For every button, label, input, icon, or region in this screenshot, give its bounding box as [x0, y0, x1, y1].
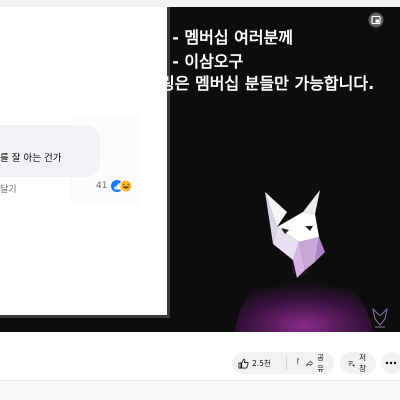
reaction-count: 41 — [96, 181, 108, 191]
caption-line-2: - - 이삼오구 — [160, 52, 244, 71]
bottom-strip — [0, 380, 400, 400]
share-arrow-icon — [306, 360, 313, 366]
share-button[interactable]: 공유 — [298, 352, 334, 374]
video-action-row: 2.5천 공유 저장 — [0, 349, 400, 377]
reaction-icons — [111, 179, 133, 193]
haha-reaction-icon — [119, 179, 133, 193]
miniplayer-icon[interactable] — [368, 12, 384, 28]
fox-logo-watermark — [372, 307, 388, 328]
reply-link: 달기 — [0, 185, 17, 195]
save-button[interactable]: 저장 — [340, 352, 376, 374]
more-actions-button[interactable] — [381, 352, 400, 374]
like-count: 2.5천 — [252, 358, 271, 368]
like-button[interactable]: 2.5천 — [232, 352, 282, 374]
caption-line-3: 링은 멤버십 분들만 가능합니다. — [160, 74, 375, 93]
comment-text: 를 잘 아는 건가 — [0, 153, 62, 164]
top-strip — [0, 0, 400, 7]
video-player[interactable]: 를 잘 아는 건가 달기 41 - - 멤버십 여러분께 - - 이삼오구 링은… — [0, 7, 400, 332]
save-label: 저장 — [359, 353, 366, 373]
embedded-comment-screenshot: 를 잘 아는 건가 달기 41 — [0, 7, 170, 318]
fox-mask-character — [235, 190, 373, 332]
caption-line-1: - - 멤버십 여러분께 — [160, 28, 294, 47]
share-label: 공유 — [317, 353, 324, 373]
thumbs-up-icon — [238, 358, 249, 368]
save-list-icon — [348, 360, 355, 366]
more-horizontal-icon — [385, 361, 397, 365]
like-divider — [286, 356, 287, 370]
